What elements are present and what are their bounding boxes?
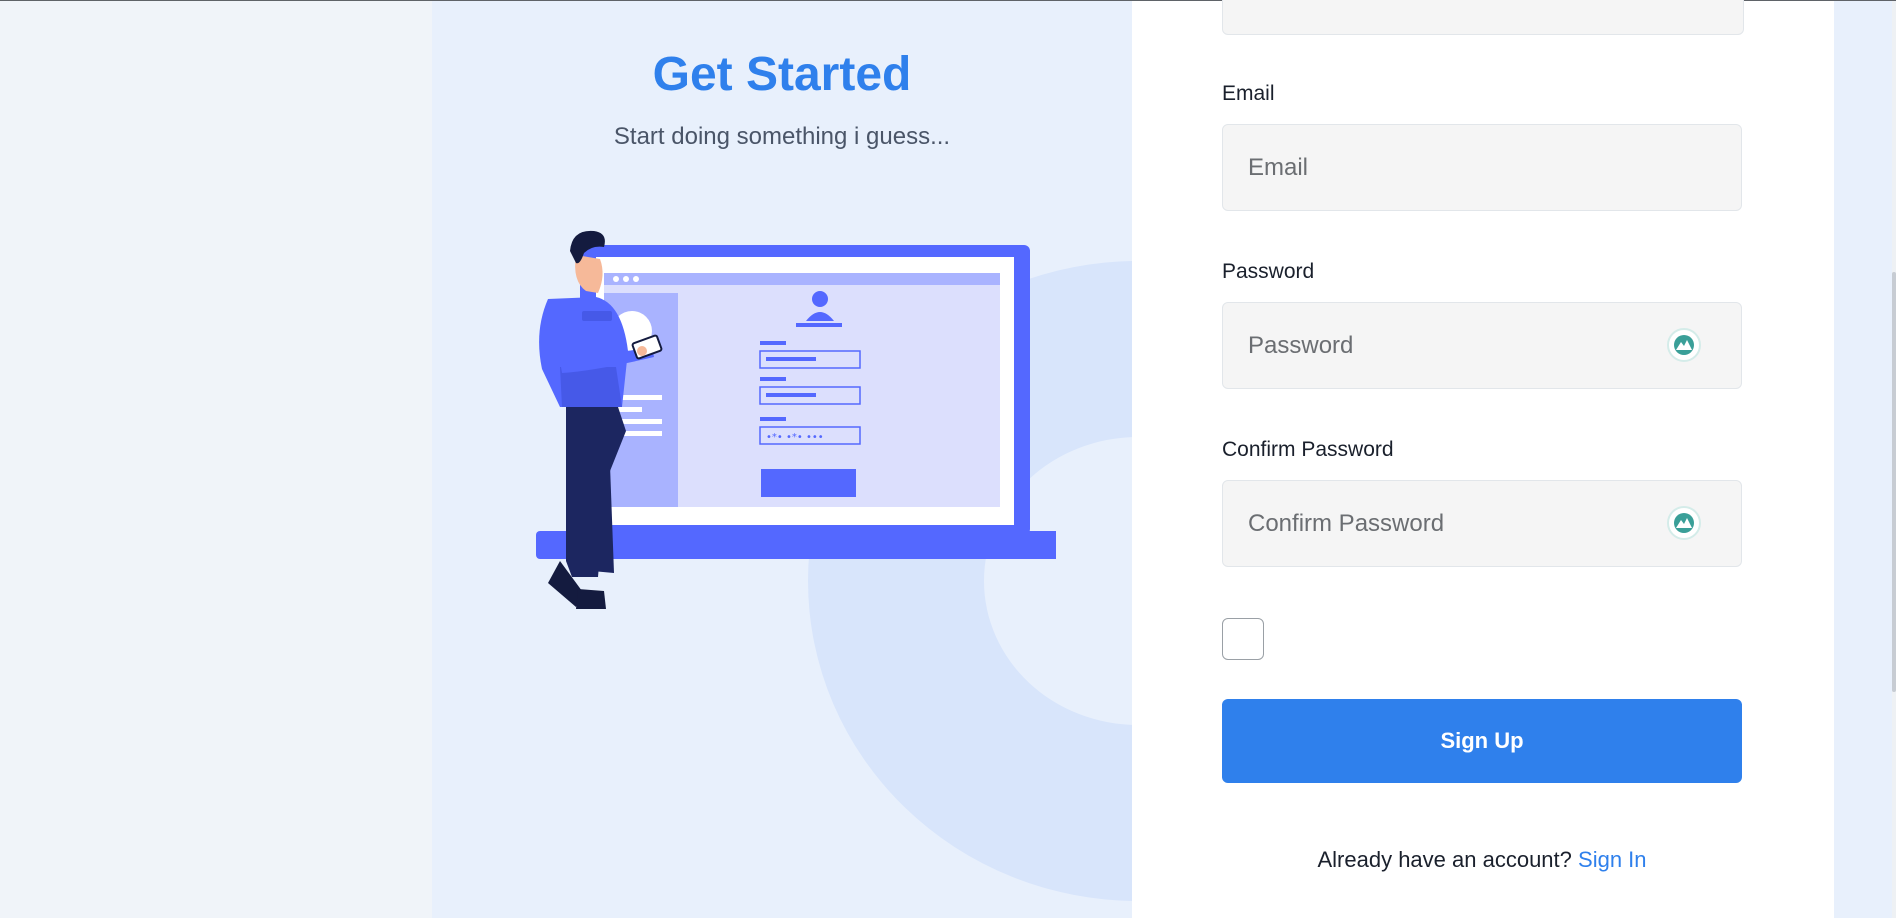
confirm-password-manager-icon[interactable] [1667, 506, 1701, 540]
scrollbar-thumb[interactable] [1892, 272, 1896, 692]
password-manager-icon[interactable] [1667, 328, 1701, 362]
svg-text:•*• •*• •••: •*• •*• ••• [766, 432, 824, 443]
password-manager-glyph-icon [1674, 513, 1694, 533]
password-label: Password [1222, 260, 1315, 283]
terms-checkbox[interactable] [1222, 618, 1264, 660]
signin-prompt-line: Already have an account? Sign In [1222, 847, 1742, 873]
page-title: Get Started [652, 48, 912, 101]
page-right-gutter [1834, 1, 1896, 918]
confirm-password-field[interactable] [1222, 480, 1742, 567]
page-subtitle: Start doing something i guess... [613, 123, 951, 150]
password-field[interactable] [1222, 302, 1742, 389]
sign-up-button[interactable]: Sign Up [1222, 699, 1742, 783]
signup-illustration: •*• •*• ••• [536, 230, 1056, 609]
email-field[interactable] [1222, 124, 1742, 211]
signup-form: Email Password Confirm Password Sign Up … [1132, 0, 1834, 918]
sign-in-link[interactable]: Sign In [1578, 847, 1647, 872]
hero-panel: Get Started Start doing something i gues… [432, 1, 1132, 918]
email-label: Email [1222, 82, 1275, 105]
signin-prompt-text: Already have an account? [1317, 847, 1572, 872]
password-manager-glyph-icon [1674, 335, 1694, 355]
confirm-password-label: Confirm Password [1222, 438, 1394, 461]
previous-field-input[interactable] [1222, 0, 1744, 35]
